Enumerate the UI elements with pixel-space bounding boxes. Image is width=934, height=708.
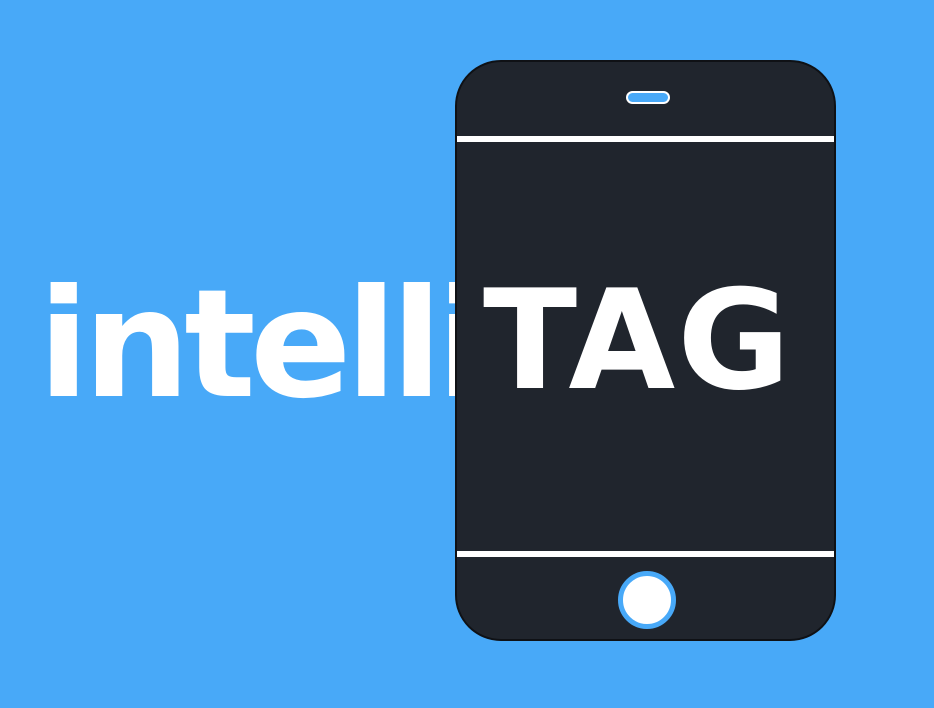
smartphone-icon: TAG <box>455 60 836 641</box>
logo-text-intelli: intelli <box>38 258 488 432</box>
home-button-icon <box>618 571 676 629</box>
speaker-icon <box>626 91 670 104</box>
intellitag-logo: intelli TAG <box>0 0 934 708</box>
phone-screen-top-divider <box>457 136 834 142</box>
logo-text-tag: TAG <box>483 260 793 421</box>
phone-screen-bottom-divider <box>457 551 834 557</box>
